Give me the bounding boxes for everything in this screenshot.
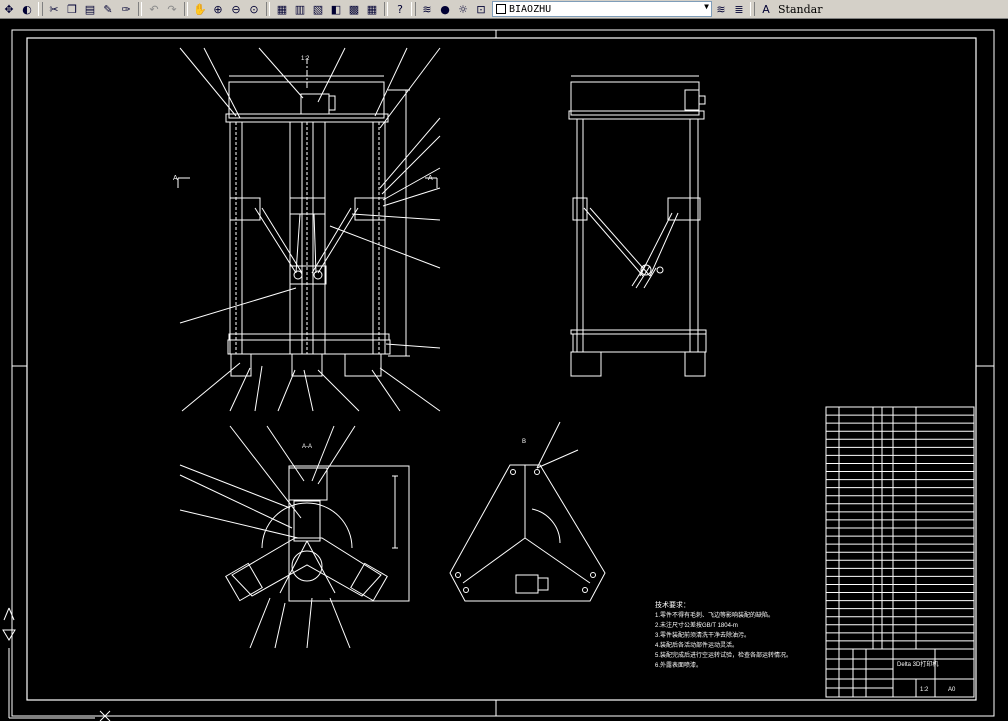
section-view [179, 425, 410, 649]
ucs-icon [2, 607, 111, 721]
pan-realtime-icon[interactable]: ✥ [0, 1, 18, 17]
toolbar-grip [411, 2, 416, 16]
scale-label: 1:2 [301, 56, 310, 62]
layer-manager-icon[interactable]: ≋ [418, 1, 436, 17]
tech-requirements-title: 技术要求： [655, 600, 690, 609]
layer-lock-icon[interactable]: ⊡ [472, 1, 490, 17]
view-label-a-right: A [428, 175, 433, 182]
layer-freeze-icon[interactable]: ☼ [454, 1, 472, 17]
sheet-size: A0 [948, 687, 956, 693]
tech-req-line: 5.装配完成后进行空运转试验，检查各部运转情况。 [655, 651, 792, 659]
toolbar-separator [138, 2, 142, 16]
layer-on-icon[interactable]: ● [436, 1, 454, 17]
zoom-extents-icon[interactable]: ⊙ [245, 1, 263, 17]
tech-req-line: 1.零件不得有毛刺、飞边等影响装配的缺陷。 [655, 611, 774, 619]
layer-previous-icon[interactable]: ≋ [712, 1, 730, 17]
toolbar-separator [266, 2, 270, 16]
design-center-icon[interactable]: ▥ [291, 1, 309, 17]
scale-value: 1:2 [920, 687, 929, 693]
bom-table [825, 406, 975, 650]
toolbar-grip [38, 2, 43, 16]
toolbar-separator [184, 2, 188, 16]
help-icon[interactable]: ? [391, 1, 409, 17]
properties-icon[interactable]: ▦ [273, 1, 291, 17]
triangle-plate-view [449, 421, 606, 602]
block-edit-icon[interactable]: ✑ [117, 1, 135, 17]
match-properties-icon[interactable]: ✎ [99, 1, 117, 17]
zoom-window-icon[interactable]: ⊕ [209, 1, 227, 17]
zoom-realtime-icon[interactable]: ✋ [191, 1, 209, 17]
tool-palettes-icon[interactable]: ▧ [309, 1, 327, 17]
tech-req-line: 4.装配后各活动部件运动灵活。 [655, 641, 738, 649]
toolbar-separator [384, 2, 388, 16]
calculator-icon[interactable]: ▦ [363, 1, 381, 17]
make-current-icon[interactable]: ≣ [730, 1, 748, 17]
view-label-a-left: A [173, 175, 178, 182]
layer-dropdown[interactable]: BIAOZHU ▼ [492, 1, 712, 17]
sheet-set-icon[interactable]: ◧ [327, 1, 345, 17]
bom-rows [826, 414, 974, 642]
tech-req-line: 6.外露表面喷漆。 [655, 661, 702, 669]
toolbar-grip [750, 2, 755, 16]
standard-toolbar: ✥ ◐ ✂ ❐ ▤ ✎ ✑ ↶ ↷ ✋ ⊕ ⊖ ⊙ ▦ ▥ ▧ ◧ ▩ ▦ ? … [0, 0, 1008, 19]
redo-icon[interactable]: ↷ [163, 1, 181, 17]
outer-border [11, 29, 995, 717]
zoom-previous-icon[interactable]: ⊖ [227, 1, 245, 17]
markup-icon[interactable]: ▩ [345, 1, 363, 17]
chevron-down-icon[interactable]: ▼ [704, 2, 709, 11]
copy-icon[interactable]: ❐ [63, 1, 81, 17]
tech-req-line: 3.零件装配前须清洗干净去除油污。 [655, 631, 750, 639]
section-label: A-A [302, 444, 312, 450]
pan-icon[interactable]: ◐ [18, 1, 36, 17]
view-label-b: B [522, 439, 526, 445]
text-style-value[interactable]: Standar [778, 3, 822, 16]
front-view [177, 47, 441, 412]
text-style-icon[interactable]: A [757, 1, 775, 17]
side-view [568, 75, 707, 377]
undo-icon[interactable]: ↶ [145, 1, 163, 17]
layer-name: BIAOZHU [509, 3, 552, 15]
paste-icon[interactable]: ▤ [81, 1, 99, 17]
tech-req-line: 2.未注尺寸公差按GB/T 1804-m [655, 621, 738, 629]
layer-color-icon [496, 4, 506, 14]
drawing-canvas[interactable]: 1:2 A A A-A B 技术要求： 1.零件不得有毛刺、飞边等影响装配的缺陷… [0, 18, 1008, 721]
cut-icon[interactable]: ✂ [45, 1, 63, 17]
drawing-title: Delta 3D打印机 [897, 660, 938, 668]
